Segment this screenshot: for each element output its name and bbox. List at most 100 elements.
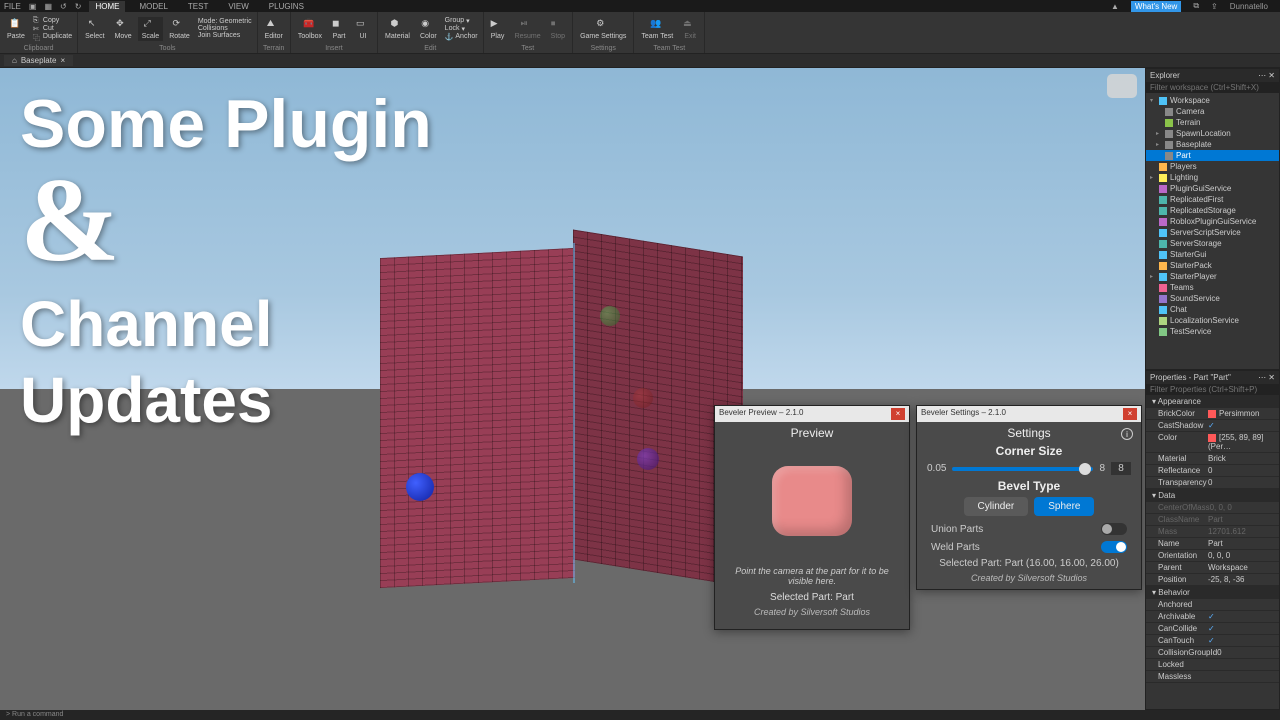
close-icon[interactable]: × [891,408,905,420]
tree-item-robloxpluginguiservice[interactable]: RobloxPluginGuiService [1146,216,1279,227]
prop-row[interactable]: BrickColorPersimmon [1146,408,1279,420]
gizmo-orb-purple[interactable] [637,448,659,470]
doc-tab-baseplate[interactable]: ⌂ Baseplate × [4,55,73,66]
preview-window[interactable]: Beveler Preview – 2.1.0 × Preview Point … [714,405,910,630]
slider-value[interactable]: 8 [1111,462,1131,475]
stop-button[interactable]: ⏹Stop [547,17,569,41]
corner-size-slider[interactable] [952,467,1093,471]
explorer-filter[interactable] [1146,82,1279,93]
window-titlebar[interactable]: Beveler Settings – 2.1.0 × [917,406,1141,422]
game-settings[interactable]: ⚙Game Settings [576,17,630,41]
properties-list[interactable]: ▾ AppearanceBrickColorPersimmonCastShado… [1146,395,1279,709]
toolbox-button[interactable]: 🧰Toolbox [294,17,326,41]
prop-row[interactable]: ClassNamePart [1146,514,1279,526]
tree-item-part[interactable]: Part [1146,150,1279,161]
sphere-button[interactable]: Sphere [1034,497,1094,516]
weld-toggle[interactable] [1101,541,1127,553]
tree-item-spawnlocation[interactable]: ▸SpawnLocation [1146,128,1279,139]
lock-button[interactable]: Lock ▾ [443,25,480,33]
tab-view[interactable]: VIEW [222,1,254,12]
settings-window[interactable]: Beveler Settings – 2.1.0 × Settings i Co… [916,405,1142,590]
cylinder-button[interactable]: Cylinder [964,497,1029,516]
close-icon[interactable]: × [1123,408,1137,420]
tree-item-localizationservice[interactable]: LocalizationService [1146,315,1279,326]
gizmo-orb-blue[interactable] [406,473,434,501]
duplicate-button[interactable]: ⿻Duplicate [31,33,74,41]
explorer-tree[interactable]: ▾WorkspaceCameraTerrain▸SpawnLocation▸Ba… [1146,93,1279,369]
select-tool[interactable]: ↖Select [81,17,108,41]
resume-button[interactable]: ⏯Resume [511,17,545,41]
tree-item-baseplate[interactable]: ▸Baseplate [1146,139,1279,150]
exit-team-test[interactable]: ⏏Exit [679,17,701,41]
tree-item-camera[interactable]: Camera [1146,106,1279,117]
prop-row[interactable]: Anchored [1146,599,1279,611]
anchor-button[interactable]: ⚓ Anchor [443,33,480,41]
move-tool[interactable]: ✥Move [111,17,136,41]
file-menu[interactable]: FILE [4,2,21,11]
prop-row[interactable]: MaterialBrick [1146,453,1279,465]
prop-row[interactable]: Mass12701.612 [1146,526,1279,538]
properties-filter[interactable] [1146,384,1279,395]
tree-item-teams[interactable]: Teams [1146,282,1279,293]
whats-new-button[interactable]: What's New [1131,1,1181,12]
tree-item-replicatedstorage[interactable]: ReplicatedStorage [1146,205,1279,216]
team-test[interactable]: 👥Team Test [637,17,677,41]
gizmo-orb-red[interactable] [633,388,653,408]
tree-item-starterplayer[interactable]: ▸StarterPlayer [1146,271,1279,282]
group-button[interactable]: Group ▾ [443,17,480,25]
prop-row[interactable]: Orientation0, 0, 0 [1146,550,1279,562]
rotate-tool[interactable]: ⟳Rotate [165,17,194,41]
tree-item-terrain[interactable]: Terrain [1146,117,1279,128]
join-surfaces-toggle[interactable]: Join Surfaces [196,32,254,39]
window-titlebar[interactable]: Beveler Preview – 2.1.0 × [715,406,909,422]
prop-row[interactable]: CollisionGroupId0 [1146,647,1279,659]
share-icon[interactable]: ⇪ [1211,2,1218,11]
close-icon[interactable]: × [60,56,65,65]
color-button[interactable]: ◉Color [416,17,441,41]
prop-row[interactable]: Position-25, 8, -36 [1146,574,1279,586]
material-button[interactable]: ⬢Material [381,17,414,41]
prop-row[interactable]: CenterOfMass0, 0, 0 [1146,502,1279,514]
qat-icon[interactable]: ▣ [29,2,37,11]
view-gizmo[interactable] [1107,74,1137,98]
scale-tool[interactable]: ⤢Scale [138,17,164,41]
prop-section[interactable]: ▾ Appearance [1146,395,1279,408]
tree-item-lighting[interactable]: ▸Lighting [1146,172,1279,183]
prop-row[interactable]: ParentWorkspace [1146,562,1279,574]
properties-header[interactable]: Properties - Part "Part"⋯ ✕ [1146,371,1279,384]
ui-button[interactable]: ▭UI [352,17,374,41]
tree-item-serverscriptservice[interactable]: ServerScriptService [1146,227,1279,238]
cut-button[interactable]: ✄Cut [31,25,74,33]
collisions-toggle[interactable]: Collisions [196,25,254,32]
paste-button[interactable]: 📋Paste [3,17,29,41]
tree-item-startergui[interactable]: StarterGui [1146,249,1279,260]
union-toggle[interactable] [1101,523,1127,535]
prop-row[interactable]: CanTouch✓ [1146,635,1279,647]
tree-item-starterpack[interactable]: StarterPack [1146,260,1279,271]
gizmo-orb-green[interactable] [600,306,620,326]
tab-model[interactable]: MODEL [133,1,173,12]
tree-item-pluginguiservice[interactable]: PluginGuiService [1146,183,1279,194]
notifications-icon[interactable]: ⧉ [1193,1,1199,11]
prop-row[interactable]: CanCollide✓ [1146,623,1279,635]
prop-row[interactable]: Transparency0 [1146,477,1279,489]
prop-row[interactable]: CastShadow✓ [1146,420,1279,432]
tree-item-serverstorage[interactable]: ServerStorage [1146,238,1279,249]
prop-row[interactable]: Locked [1146,659,1279,671]
qat-icon[interactable]: ▦ [44,2,52,11]
command-bar[interactable]: > Run a command [0,710,1280,720]
info-icon[interactable]: i [1121,428,1133,440]
prop-row[interactable]: Archivable✓ [1146,611,1279,623]
tab-test[interactable]: TEST [182,1,214,12]
tab-plugins[interactable]: PLUGINS [263,1,310,12]
prop-row[interactable]: NamePart [1146,538,1279,550]
play-button[interactable]: ▶Play [487,17,509,41]
explorer-header[interactable]: Explorer⋯ ✕ [1146,69,1279,82]
prop-section[interactable]: ▾ Behavior [1146,586,1279,599]
tree-item-testservice[interactable]: TestService [1146,326,1279,337]
tree-item-chat[interactable]: Chat [1146,304,1279,315]
qat-icon[interactable]: ↻ [75,2,82,11]
prop-row[interactable]: Reflectance0 [1146,465,1279,477]
prop-row[interactable]: Color[255, 89, 89] (Per… [1146,432,1279,453]
part-button[interactable]: ◼Part [328,17,350,41]
